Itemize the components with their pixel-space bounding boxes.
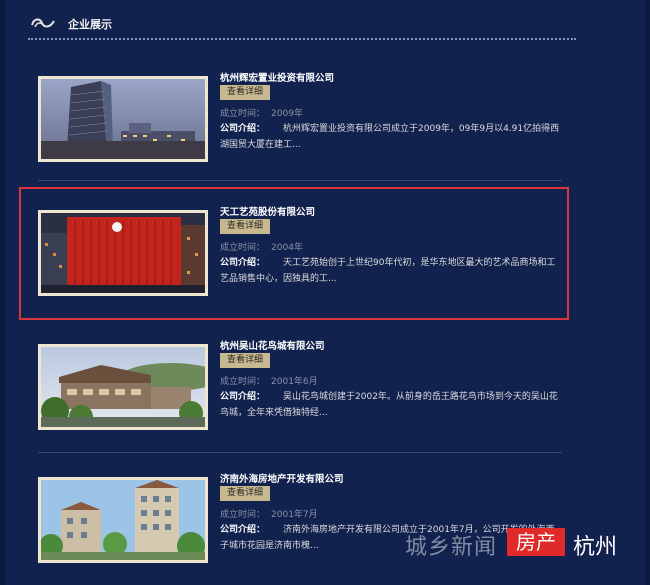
established-value: 2001年7月 <box>271 510 318 520</box>
company-name[interactable]: 杭州吴山花鸟城有限公司 <box>220 338 325 352</box>
view-details-button[interactable]: 查看详细 <box>220 353 270 368</box>
established-line: 成立时间： 2001年6月 <box>220 374 318 387</box>
established-label: 成立时间： <box>220 377 266 387</box>
section-header: 企业展示 <box>28 10 576 42</box>
intro-text: 杭州辉宏置业投资有限公司成立于2009年，09年9月以4.91亿拍得西湖国贸大厦… <box>220 124 560 150</box>
company-intro: 公司介绍： 杭州辉宏置业投资有限公司成立于2009年，09年9月以4.91亿拍得西… <box>220 121 560 153</box>
watermark-city: 杭州 <box>573 535 618 560</box>
established-line: 成立时间： 2001年7月 <box>220 507 318 520</box>
left-frame-edge <box>0 0 5 585</box>
site-watermark: 城乡新闻 房产 杭州 <box>405 525 635 560</box>
company-photo[interactable] <box>38 76 208 162</box>
company-name[interactable]: 济南外海房地产开发有限公司 <box>220 471 344 485</box>
company-intro: 公司介绍： 吴山花鸟城创建于2002年。从前身的岳王路花鸟市场到今天的吴山花鸟城，… <box>220 389 560 421</box>
intro-text: 吴山花鸟城创建于2002年。从前身的岳王路花鸟市场到今天的吴山花鸟城，全年来凭借… <box>220 392 558 418</box>
watermark-badge: 房产 <box>507 528 565 556</box>
watermark-left-text: 城乡新闻 <box>405 535 498 560</box>
established-line: 成立时间： 2009年 <box>220 106 303 119</box>
intro-label: 公司介绍： <box>220 392 266 402</box>
header-divider <box>28 38 576 40</box>
company-name[interactable]: 杭州辉宏置业投资有限公司 <box>220 70 334 84</box>
section-title: 企业展示 <box>68 18 112 31</box>
intro-label: 公司介绍： <box>220 124 266 134</box>
selected-item-highlight <box>19 187 569 320</box>
item-divider <box>38 452 562 453</box>
swirl-logo-icon <box>31 18 55 28</box>
view-details-button[interactable]: 查看详细 <box>220 486 270 501</box>
right-frame-edge <box>645 0 650 585</box>
intro-label: 公司介绍： <box>220 525 266 535</box>
established-value: 2001年6月 <box>271 377 318 387</box>
item-divider <box>38 180 562 181</box>
company-photo[interactable] <box>38 477 208 563</box>
established-label: 成立时间： <box>220 510 266 520</box>
company-photo[interactable] <box>38 344 208 430</box>
established-value: 2009年 <box>271 109 303 119</box>
established-label: 成立时间： <box>220 109 266 119</box>
view-details-button[interactable]: 查看详细 <box>220 85 270 100</box>
